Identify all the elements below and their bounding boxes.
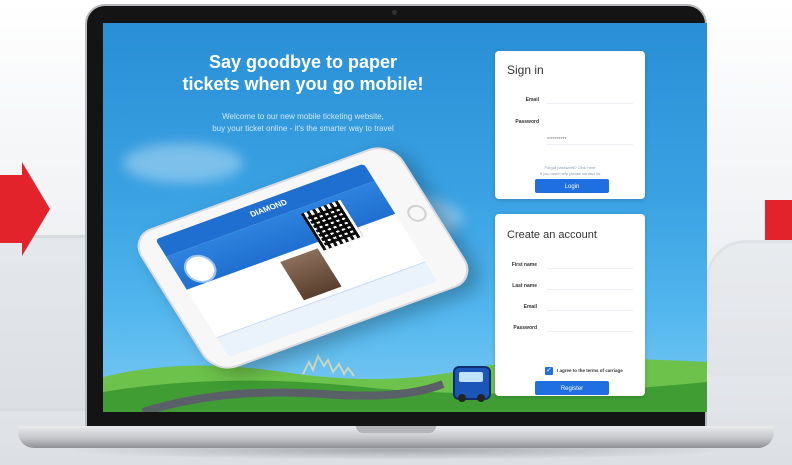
headline-line-2: tickets when you go mobile! — [182, 74, 424, 94]
terms-checkbox[interactable]: ✓ — [545, 367, 553, 375]
red-arrow-left-icon — [0, 175, 22, 243]
signin-card: Sign in Email Password Forgot password? … — [495, 51, 645, 199]
subline-line-2: buy your ticket online - it's the smarte… — [212, 124, 394, 133]
signin-email-input[interactable] — [547, 94, 633, 104]
first-name-input[interactable] — [547, 259, 633, 269]
register-email-input[interactable] — [547, 301, 633, 311]
register-email-label: Email — [523, 304, 537, 310]
signin-title: Sign in — [507, 63, 544, 77]
register-password-input[interactable] — [547, 322, 633, 332]
signin-email-label: Email — [525, 97, 539, 103]
subline-line-1: Welcome to our new mobile ticketing webs… — [222, 112, 384, 121]
forgot-line-2: If you need help please contact us — [539, 171, 601, 176]
first-name-label: First name — [511, 262, 537, 268]
terms-label: I agree to the terms of carriage — [557, 368, 623, 373]
login-button[interactable]: Login — [535, 179, 609, 193]
register-button[interactable]: Register — [535, 381, 609, 395]
signin-password-input[interactable] — [547, 135, 633, 145]
register-password-label: Password — [513, 325, 537, 331]
laptop-screen: Say goodbye to paper tickets when you go… — [103, 23, 707, 412]
hero-headline: Say goodbye to paper tickets when you go… — [143, 51, 463, 95]
camera-icon — [392, 10, 397, 15]
bus-silhouette-right — [706, 240, 792, 376]
last-name-input[interactable] — [547, 280, 633, 290]
hero-subline: Welcome to our new mobile ticketing webs… — [143, 111, 463, 135]
signin-password-label: Password — [515, 119, 539, 125]
passenger-photo — [280, 248, 342, 301]
bus-icon — [453, 366, 491, 402]
red-arrow-right-icon — [765, 200, 792, 240]
forgot-password-text[interactable]: Forgot password? Click here If you need … — [505, 165, 635, 177]
last-name-label: Last name — [512, 283, 537, 289]
headline-line-1: Say goodbye to paper — [208, 52, 398, 72]
cloud — [123, 143, 243, 183]
create-account-card: Create an account First name Last name E… — [495, 214, 645, 396]
create-account-title: Create an account — [507, 229, 597, 241]
red-arrow-left-head-icon — [22, 162, 50, 256]
laptop-notch — [356, 426, 436, 433]
